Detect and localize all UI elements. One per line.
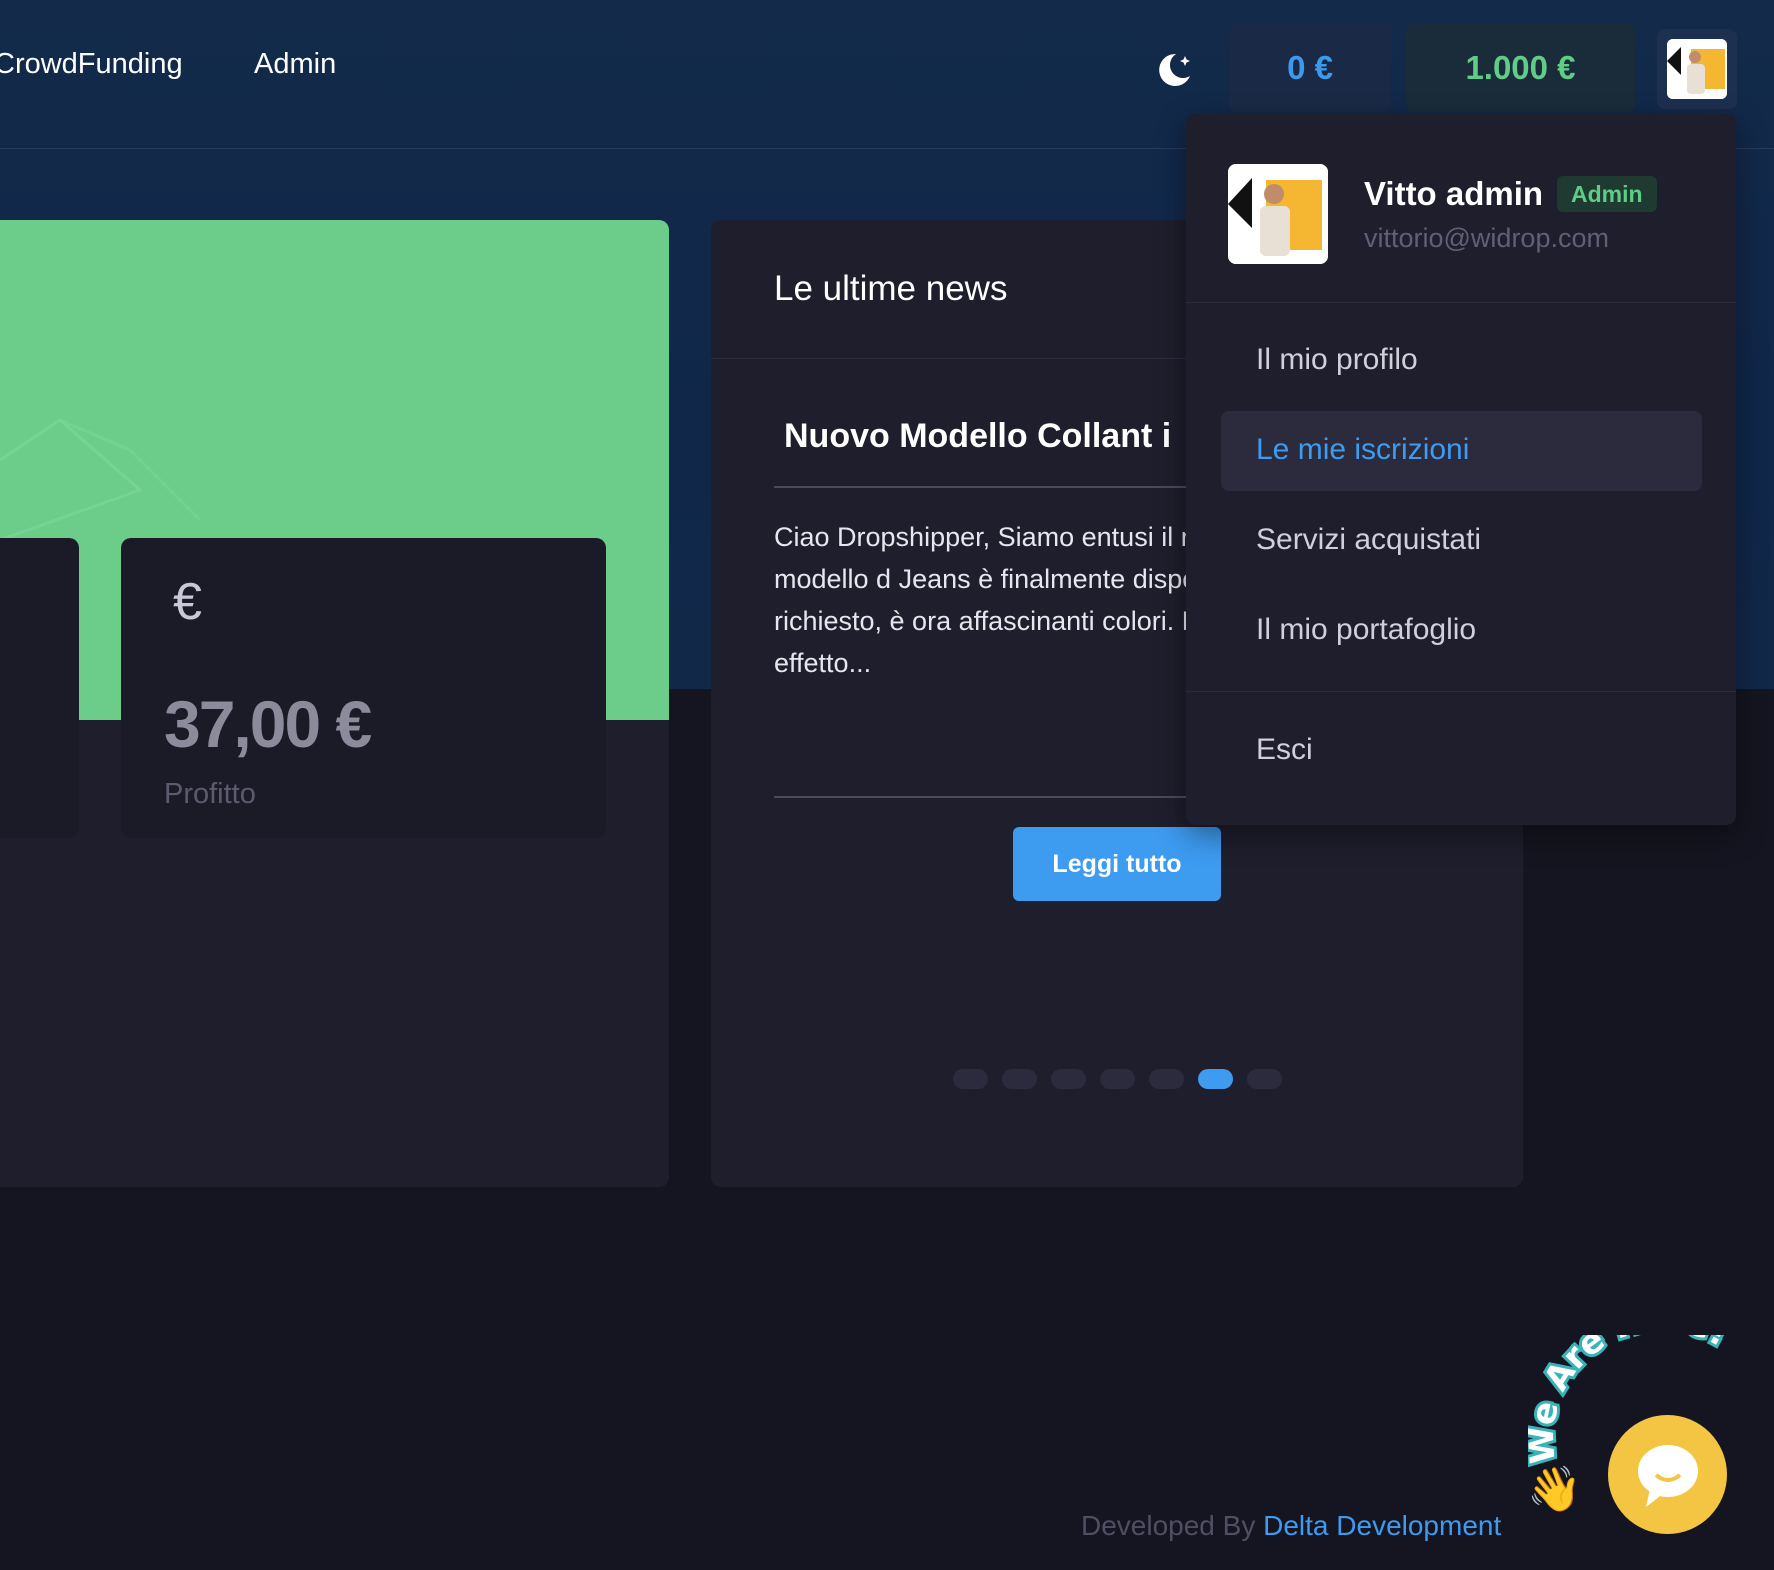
divider (1186, 691, 1736, 692)
wallet-badge[interactable]: 1.000 € (1406, 24, 1635, 112)
profit-stat-card: € 37,00 € Profitto (121, 538, 606, 838)
menu-item-wallet[interactable]: Il mio portafoglio (1256, 613, 1476, 647)
user-name: Vitto admin (1364, 175, 1544, 212)
user-menu-dropdown: Vitto admin Admin vittorio@widrop.com Il… (1186, 113, 1736, 825)
overview-card: € 37,00 € Profitto (0, 220, 669, 1187)
menu-item-profile[interactable]: Il mio profilo (1256, 343, 1418, 377)
article-title: Nuovo Modello Collant i (784, 417, 1172, 455)
carousel-dot[interactable] (1002, 1069, 1037, 1089)
news-title: Le ultime news (774, 269, 1008, 308)
nav-crowdfunding[interactable]: CrowdFunding (0, 48, 183, 81)
chat-icon[interactable] (1608, 1415, 1727, 1534)
carousel-dot[interactable] (1051, 1069, 1086, 1089)
carousel-dot[interactable] (1247, 1069, 1282, 1089)
carousel-dot[interactable] (1100, 1069, 1135, 1089)
carousel-dot-active[interactable] (1198, 1069, 1233, 1089)
profit-value: 37,00 € (164, 687, 372, 761)
read-more-button[interactable]: Leggi tutto (1013, 827, 1221, 901)
stat-card (0, 538, 79, 838)
user-avatar-button[interactable] (1657, 29, 1737, 109)
avatar (1667, 39, 1727, 99)
footer-prefix: Developed By (1081, 1510, 1256, 1541)
profit-label: Profitto (164, 778, 256, 810)
menu-item-purchased-services[interactable]: Servizi acquistati (1256, 523, 1481, 557)
role-badge: Admin (1557, 176, 1657, 212)
moon-icon[interactable] (1154, 50, 1194, 90)
carousel-dot[interactable] (953, 1069, 988, 1089)
nav-admin[interactable]: Admin (254, 48, 336, 81)
euro-icon: € (173, 573, 202, 631)
avatar (1228, 164, 1328, 264)
divider (1186, 302, 1736, 303)
user-email: vittorio@widrop.com (1364, 223, 1609, 253)
footer-brand-link[interactable]: Delta Development (1263, 1510, 1501, 1541)
menu-item-logout[interactable]: Esci (1256, 733, 1313, 767)
menu-item-subscriptions[interactable]: Le mie iscrizioni (1256, 433, 1469, 467)
footer-credit: Developed By Delta Development (1081, 1510, 1501, 1542)
carousel-dot[interactable] (1149, 1069, 1184, 1089)
carousel-indicators (953, 1069, 1282, 1089)
waving-hand-icon: 👋 (1527, 1465, 1582, 1514)
balance-badge[interactable]: 0 € (1229, 24, 1391, 112)
